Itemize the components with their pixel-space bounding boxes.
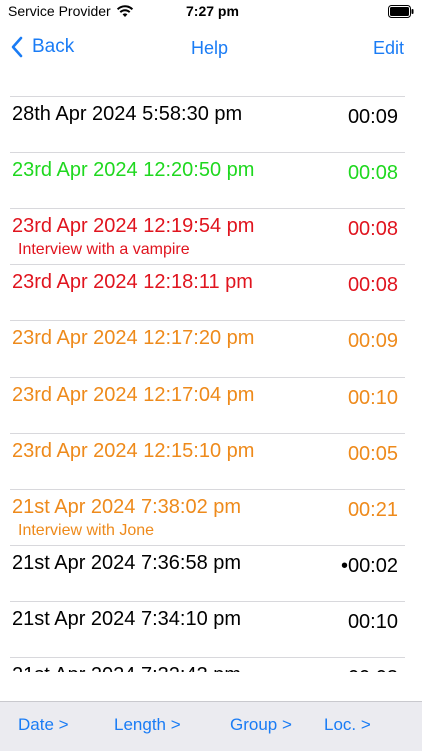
recording-duration: 00:09 [347,106,398,128]
recording-date: 23rd Apr 2024 12:18:11 pm [12,271,253,294]
row-separator [10,657,405,658]
recording-date: 21st Apr 2024 7:36:58 pm [12,551,242,574]
sort-length-button[interactable]: Length > [114,715,181,735]
recording-date: 21st Apr 2024 7:32:43 pm [12,664,241,672]
recording-duration: 00:08 [347,274,398,297]
recording-date: 23rd Apr 2024 12:15:10 pm [12,439,255,462]
list-item[interactable]: 28th Apr 2024 5:58:30 pm 00:09 [0,96,422,152]
recording-duration: 00:10 [347,386,398,409]
recording-date: 21st Apr 2024 7:38:02 pm [12,495,242,518]
recording-duration: 00:08 [347,218,398,241]
recording-note: Interview with Jone [18,521,155,539]
sort-group-button[interactable]: Group > [230,715,292,735]
row-separator [10,600,405,602]
recording-duration: 00:21 [347,498,398,521]
recording-duration: 00:03 [348,667,398,672]
edit-button[interactable]: Edit [373,38,404,59]
navigation-bar: Back Help Edit [0,28,422,68]
list-item[interactable]: 21st Apr 2024 7:34:10 pm 00:10 [0,600,422,657]
recording-date: 23rd Apr 2024 12:19:54 pm [12,215,255,238]
recording-duration: 00:08 [347,162,398,185]
back-label: Back [32,36,75,57]
sort-date-button[interactable]: Date > [18,715,69,735]
recording-duration: 00:05 [347,442,398,465]
recording-date: 23rd Apr 2024 12:17:20 pm [12,327,255,350]
carrier-label: Service Provider [8,3,111,19]
battery-icon [388,5,414,18]
list-item[interactable]: 21st Apr 2024 7:36:58 pm •00:02 [0,544,422,601]
recording-date: 21st Apr 2024 7:34:10 pm [12,607,242,630]
recording-date: 23rd Apr 2024 12:20:50 pm [12,159,255,182]
list-item[interactable]: 23rd Apr 2024 12:18:11 pm 00:08 [0,264,422,320]
recording-note: Interview with a vampire [18,241,190,259]
recordings-list[interactable]: 28th Apr 2024 5:58:30 pm 00:09 23rd Apr 20… [0,96,422,672]
list-item[interactable]: 23rd Apr 2024 12:17:04 pm 00:10 [0,376,422,433]
list-item[interactable]: 23rd Apr 2024 12:17:20 pm 00:09 [0,320,422,376]
row-separator [10,96,405,97]
sort-bar: Date > Length > Group > Loc. > [0,701,422,751]
row-separator [10,264,405,266]
status-bar: Service Provider 7:27 pm [0,0,422,26]
help-button[interactable]: Help [191,38,228,59]
row-separator [10,544,405,546]
list-item[interactable]: 23rd Apr 2024 12:19:54 pm 00:08 Interview … [0,208,422,264]
list-item[interactable]: 23rd Apr 2024 12:20:50 pm 00:08 [0,152,422,208]
wifi-icon [116,5,134,17]
recording-duration: •00:02 [340,554,398,577]
back-button[interactable]: Back [10,36,74,58]
recording-duration: 00:10 [347,610,398,633]
recording-date: 28th Apr 2024 5:58:30 pm [12,103,243,125]
chevron-left-icon [11,36,23,58]
recording-duration: 00:09 [347,330,398,353]
sort-location-button[interactable]: Loc. > [324,715,371,735]
row-separator [10,432,405,434]
list-item[interactable]: 23rd Apr 2024 12:15:10 pm 00:05 [0,432,422,489]
clock-label: 7:27 pm [186,3,239,19]
recording-date: 23rd Apr 2024 12:17:04 pm [12,383,255,406]
list-item[interactable]: 21st Apr 2024 7:32:43 pm 00:03 [0,657,422,672]
row-separator [10,488,405,490]
row-separator [10,320,405,322]
row-separator [10,152,405,154]
row-separator [10,376,405,378]
list-item[interactable]: 21st Apr 2024 7:38:02 pm 00:21 Interview w… [0,488,422,545]
row-separator [10,208,405,210]
